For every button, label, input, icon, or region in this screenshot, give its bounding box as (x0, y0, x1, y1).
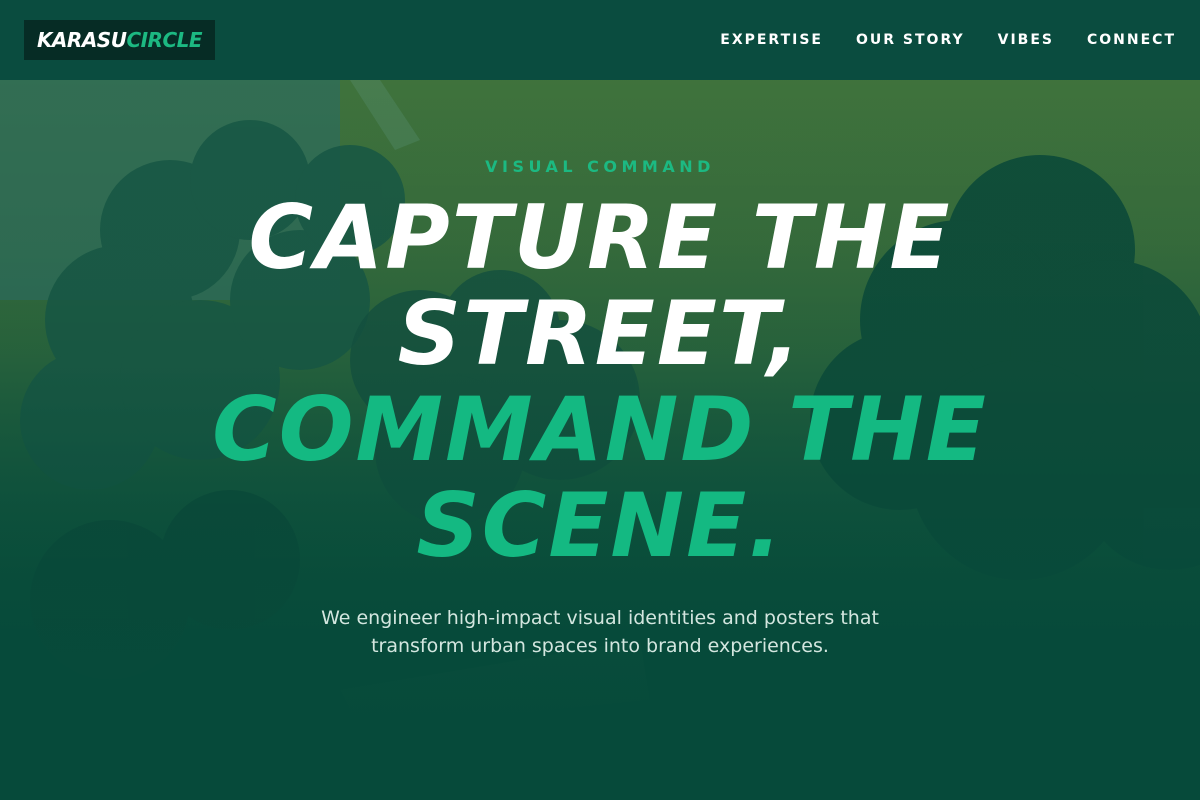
hero-subtext: We engineer high-impact visual identitie… (321, 607, 879, 657)
nav-link-our-story[interactable]: OUR STORY (856, 30, 965, 50)
site-header: KARASU CIRCLE EXPERTISE OUR STORY VIBES C… (0, 0, 1200, 80)
headline-line-3: COMMAND THE (212, 378, 988, 481)
brand-logo[interactable]: KARASU CIRCLE (24, 20, 215, 60)
nav-link-expertise[interactable]: EXPERTISE (720, 30, 823, 50)
headline-line-4: SCENE. (416, 474, 784, 577)
headline-line-2: STREET, (397, 282, 803, 385)
hero-eyebrow: VISUAL COMMAND (485, 157, 715, 176)
nav-link-vibes[interactable]: VIBES (998, 30, 1054, 50)
logo-text-accent: CIRCLE (126, 28, 203, 52)
headline-line-1: CAPTURE THE (248, 186, 952, 289)
main-nav: EXPERTISE OUR STORY VIBES CONNECT (720, 30, 1176, 50)
hero-headline: CAPTURE THE STREET, COMMAND THE SCENE. (0, 190, 1200, 574)
hero-section: VISUAL COMMAND CAPTURE THE STREET, COMMA… (0, 0, 1200, 800)
nav-link-connect[interactable]: CONNECT (1087, 30, 1176, 50)
logo-text-primary: KARASU (36, 28, 127, 52)
